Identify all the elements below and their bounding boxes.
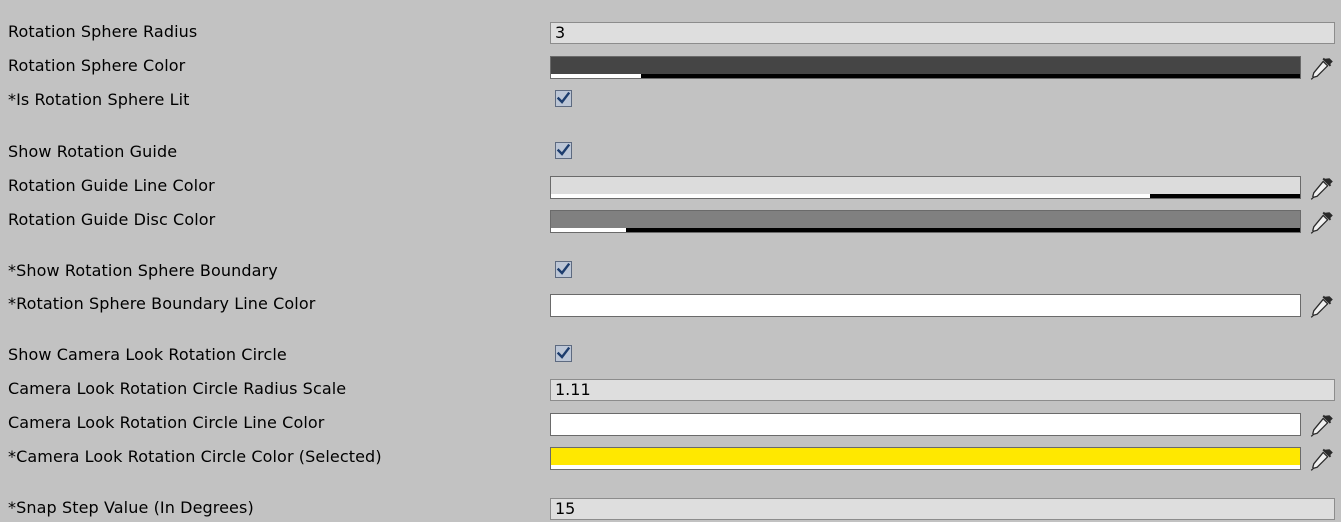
camera-look-rotation-circle-radius-scale-input[interactable]: 1.11 bbox=[550, 379, 1335, 401]
show-rotation-guide-label: Show Rotation Guide bbox=[8, 142, 178, 161]
row-camera-look-rotation-circle-radius-scale: Camera Look Rotation Circle Radius Scale… bbox=[0, 375, 1341, 403]
rotation-guide-line-color-swatch[interactable] bbox=[550, 176, 1301, 199]
alpha-bar-fill bbox=[551, 312, 1300, 316]
rotation-sphere-boundary-line-color-swatch[interactable] bbox=[550, 294, 1301, 317]
camera-look-rotation-circle-line-color-swatch[interactable] bbox=[550, 413, 1301, 436]
show-camera-look-rotation-circle-checkbox[interactable] bbox=[555, 345, 572, 362]
is-rotation-sphere-lit-checkbox[interactable] bbox=[555, 90, 572, 107]
eyedropper-icon[interactable] bbox=[1309, 56, 1335, 80]
rotation-sphere-color-swatch[interactable] bbox=[550, 56, 1301, 79]
rotation-sphere-boundary-line-color-label: *Rotation Sphere Boundary Line Color bbox=[8, 294, 316, 313]
row-snap-step-value: *Snap Step Value (In Degrees) 15 bbox=[0, 494, 1341, 522]
eyedropper-icon[interactable] bbox=[1309, 176, 1335, 200]
eyedropper-icon[interactable] bbox=[1309, 294, 1335, 318]
show-rotation-guide-checkbox[interactable] bbox=[555, 142, 572, 159]
rotation-guide-disc-color-label: Rotation Guide Disc Color bbox=[8, 210, 216, 229]
camera-look-rotation-circle-line-color-label: Camera Look Rotation Circle Line Color bbox=[8, 413, 325, 432]
row-camera-look-rotation-circle-line-color: Camera Look Rotation Circle Line Color bbox=[0, 409, 1341, 437]
rotation-guide-line-color-label: Rotation Guide Line Color bbox=[8, 176, 215, 195]
row-camera-look-rotation-circle-color-selected: *Camera Look Rotation Circle Color (Sele… bbox=[0, 443, 1341, 471]
row-show-camera-look-rotation-circle: Show Camera Look Rotation Circle bbox=[0, 341, 1341, 369]
row-is-rotation-sphere-lit: *Is Rotation Sphere Lit bbox=[0, 86, 1341, 114]
row-show-rotation-guide: Show Rotation Guide bbox=[0, 138, 1341, 166]
eyedropper-icon[interactable] bbox=[1309, 413, 1335, 437]
alpha-bar-fill bbox=[551, 74, 641, 78]
row-rotation-sphere-boundary-line-color: *Rotation Sphere Boundary Line Color bbox=[0, 290, 1341, 318]
eyedropper-icon[interactable] bbox=[1309, 447, 1335, 471]
camera-look-rotation-circle-color-selected-label: *Camera Look Rotation Circle Color (Sele… bbox=[8, 447, 382, 466]
rotation-sphere-radius-input[interactable]: 3 bbox=[550, 22, 1335, 44]
alpha-bar-fill bbox=[551, 465, 1300, 469]
camera-look-rotation-circle-color-selected-swatch[interactable] bbox=[550, 447, 1301, 470]
row-rotation-sphere-color: Rotation Sphere Color bbox=[0, 52, 1341, 80]
rotation-sphere-radius-label: Rotation Sphere Radius bbox=[8, 22, 198, 41]
alpha-bar bbox=[551, 228, 1300, 232]
snap-step-value-label: *Snap Step Value (In Degrees) bbox=[8, 498, 254, 517]
row-show-rotation-sphere-boundary: *Show Rotation Sphere Boundary bbox=[0, 257, 1341, 285]
show-rotation-sphere-boundary-label: *Show Rotation Sphere Boundary bbox=[8, 261, 278, 280]
alpha-bar-fill bbox=[551, 431, 1300, 435]
rotation-sphere-color-label: Rotation Sphere Color bbox=[8, 56, 186, 75]
snap-step-value-input[interactable]: 15 bbox=[550, 498, 1335, 520]
row-rotation-guide-line-color: Rotation Guide Line Color bbox=[0, 172, 1341, 200]
show-rotation-sphere-boundary-checkbox[interactable] bbox=[555, 261, 572, 278]
show-camera-look-rotation-circle-label: Show Camera Look Rotation Circle bbox=[8, 345, 287, 364]
alpha-bar-fill bbox=[551, 228, 626, 232]
rotation-guide-disc-color-swatch[interactable] bbox=[550, 210, 1301, 233]
eyedropper-icon[interactable] bbox=[1309, 210, 1335, 234]
alpha-bar-fill bbox=[551, 194, 1151, 198]
row-rotation-sphere-radius: Rotation Sphere Radius 3 bbox=[0, 18, 1341, 46]
is-rotation-sphere-lit-label: *Is Rotation Sphere Lit bbox=[8, 90, 190, 109]
row-rotation-guide-disc-color: Rotation Guide Disc Color bbox=[0, 206, 1341, 234]
alpha-bar bbox=[551, 74, 1300, 78]
camera-look-rotation-circle-radius-scale-label: Camera Look Rotation Circle Radius Scale bbox=[8, 379, 347, 398]
